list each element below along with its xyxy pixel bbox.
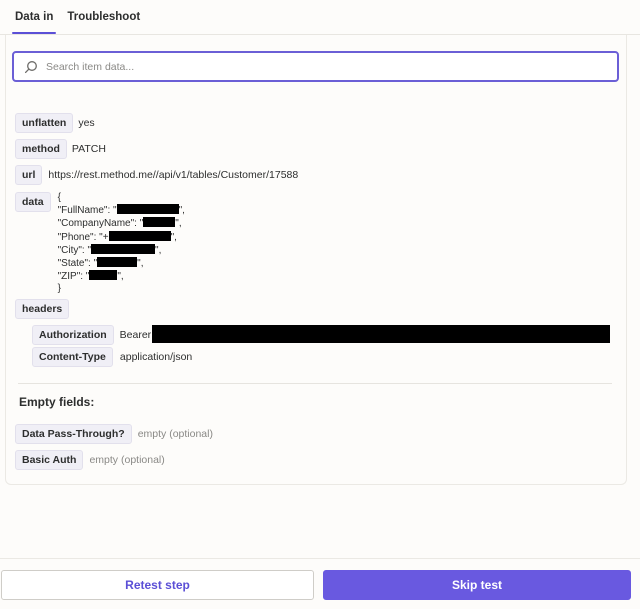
json-key: "FullName": " <box>57 205 117 217</box>
field-key: url <box>15 165 43 185</box>
field-key: Content-Type <box>32 347 113 367</box>
redaction-block <box>89 270 118 281</box>
field-key: headers <box>15 299 70 319</box>
json-line-zip: "ZIP": " ", <box>58 270 185 283</box>
field-key: Data Pass-Through? <box>15 424 132 444</box>
field-data: data { "FullName": " ", "CompanyName": " "… <box>15 192 185 296</box>
field-key: method <box>15 139 67 159</box>
field-key: Authorization <box>32 325 114 345</box>
redaction-block <box>108 230 171 241</box>
redaction-block <box>97 257 138 268</box>
json-line-fullname: "FullName": " ", <box>58 204 185 217</box>
json-suffix: ", <box>117 271 124 283</box>
json-key: "City": " <box>57 244 92 256</box>
json-key: "Phone": "+ <box>57 231 109 243</box>
section-divider <box>18 383 612 384</box>
header-authorization: Authorization Bearer N <box>32 325 162 345</box>
tab-bar: Data in Troubleshoot <box>8 0 147 34</box>
field-key: Basic Auth <box>15 450 84 470</box>
field-value: PATCH <box>71 143 106 155</box>
json-suffix: ", <box>178 205 185 217</box>
field-basic-auth: Basic Auth empty (optional) <box>15 450 165 470</box>
redaction-block <box>91 243 156 254</box>
json-suffix: ", <box>155 244 162 256</box>
search-icon <box>24 60 37 73</box>
json-key: "ZIP": " <box>57 271 90 283</box>
json-line-state: "State": " ", <box>58 257 185 270</box>
json-close-brace: } <box>57 283 61 295</box>
field-value: empty (optional) <box>137 428 213 440</box>
redaction-block <box>152 325 610 343</box>
redaction-block <box>116 204 179 215</box>
field-unflatten: unflatten yes <box>15 113 95 133</box>
redaction-block <box>143 217 176 228</box>
json-open-brace: { <box>57 192 61 203</box>
json-key: "State": " <box>57 258 98 270</box>
json-key: "CompanyName": " <box>57 218 144 230</box>
header-content-type: Content-Type application/json <box>32 347 192 367</box>
field-headers: headers <box>15 299 70 319</box>
search-input[interactable] <box>46 60 617 73</box>
footer-divider <box>0 558 640 559</box>
json-line-companyname: "CompanyName": " ", <box>58 217 185 230</box>
field-value: yes <box>78 117 95 129</box>
field-url: url https://rest.method.me//api/v1/table… <box>15 165 298 185</box>
empty-fields-title: Empty fields: <box>19 395 95 409</box>
field-value: empty (optional) <box>89 454 165 466</box>
field-data-pass-through: Data Pass-Through? empty (optional) <box>15 424 213 444</box>
json-line-phone: "Phone": "+ ", <box>57 230 185 244</box>
json-suffix: ", <box>170 231 177 243</box>
json-suffix: ", <box>175 218 182 230</box>
field-key: unflatten <box>15 113 74 133</box>
json-suffix: ", <box>137 258 144 270</box>
field-key: data <box>15 192 51 212</box>
tab-troubleshoot[interactable]: Troubleshoot <box>60 0 147 34</box>
retest-step-button[interactable]: Retest step <box>1 570 314 600</box>
json-value: { "FullName": " ", "CompanyName": " ", "Ph… <box>58 192 185 296</box>
search-box[interactable] <box>12 51 619 82</box>
field-value: application/json <box>119 351 193 363</box>
skip-test-button[interactable]: Skip test <box>323 570 631 600</box>
tab-data-in[interactable]: Data in <box>8 0 60 34</box>
json-line-city: "City": " ", <box>57 243 185 257</box>
field-value: https://rest.method.me//api/v1/tables/Cu… <box>48 169 299 181</box>
field-method: method PATCH <box>15 139 106 159</box>
